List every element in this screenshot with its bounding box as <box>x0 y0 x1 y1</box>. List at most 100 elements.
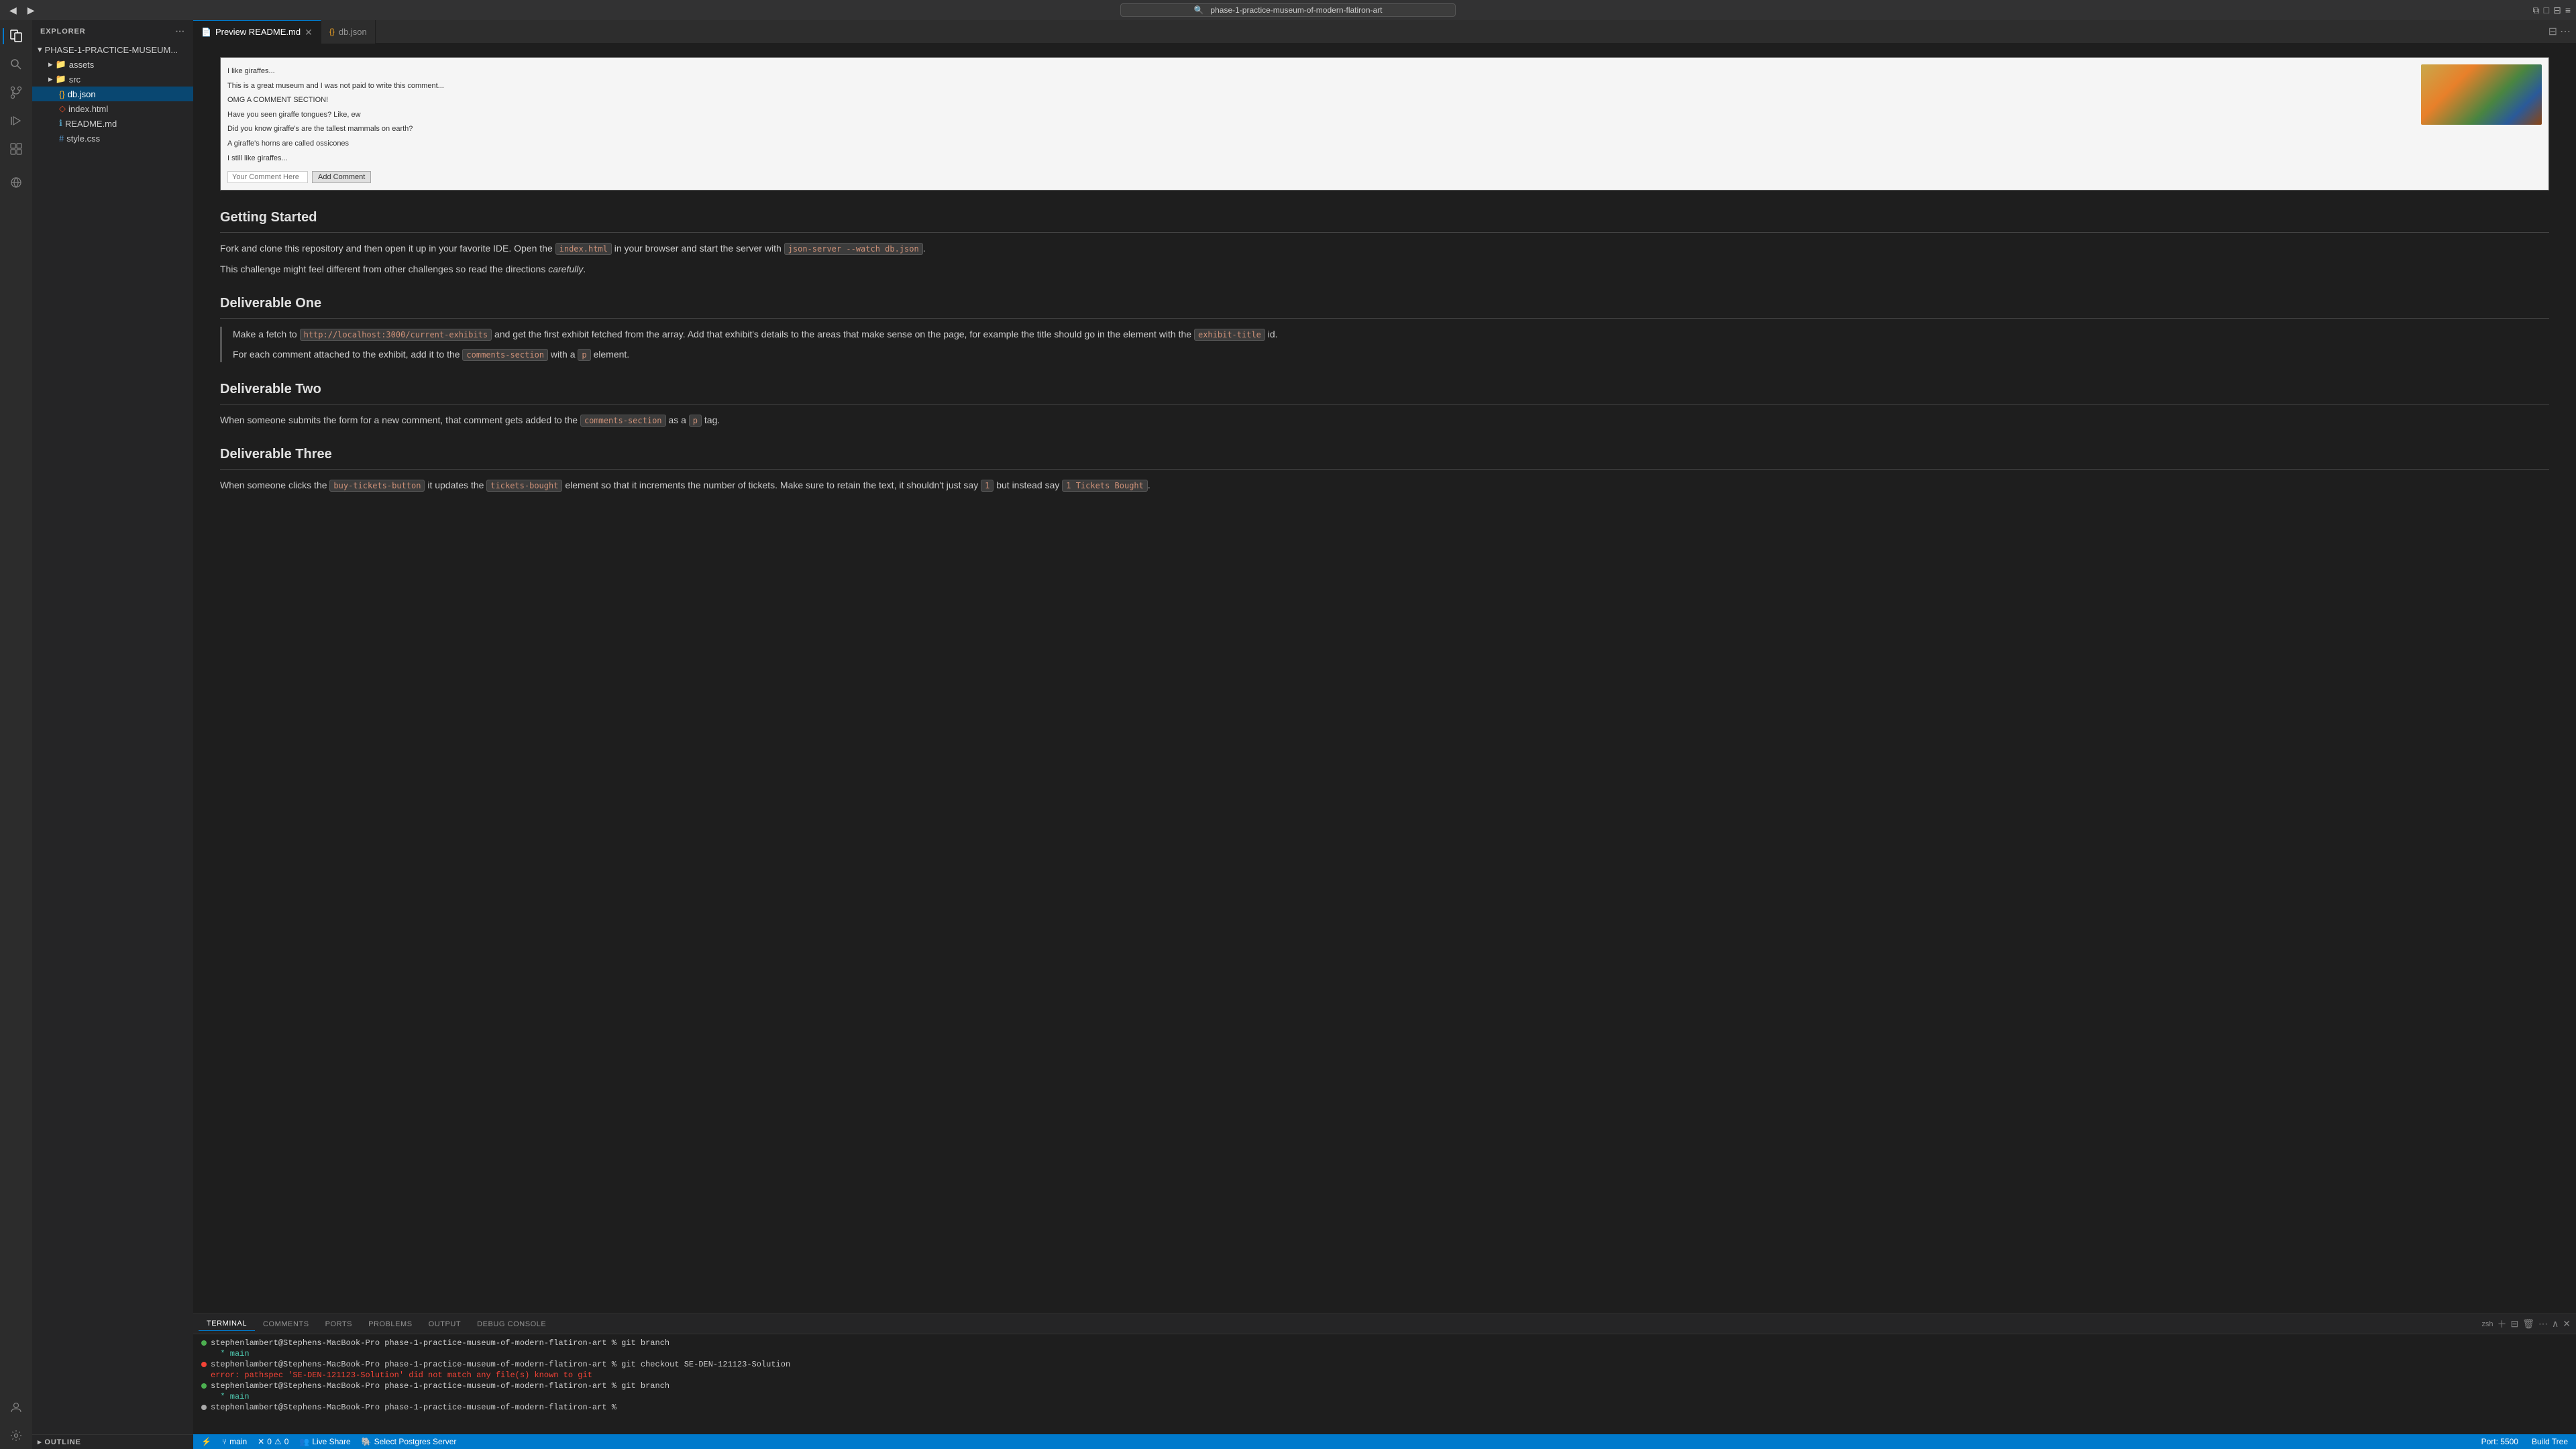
deliverable-one-p2: For each comment attached to the exhibit… <box>233 347 2549 362</box>
terminal-text-2: * main <box>211 1349 250 1358</box>
status-remote-icon[interactable]: ⚡ <box>199 1437 214 1446</box>
activity-settings[interactable] <box>3 1422 30 1449</box>
sidebar-item-readme[interactable]: ℹ README.md <box>32 116 193 131</box>
deliverable-one-p1: Make a fetch to http://localhost:3000/cu… <box>233 327 2549 341</box>
tab-db-json[interactable]: {} db.json <box>321 20 376 44</box>
file-tree-root[interactable]: ▾ PHASE-1-PRACTICE-MUSEUM... <box>32 42 193 57</box>
live-share-label: Live Share <box>312 1437 350 1446</box>
status-live-share[interactable]: 👥 Live Share <box>297 1437 353 1446</box>
terminal-dot-red <box>201 1362 207 1367</box>
status-branch[interactable]: ⑂ main <box>219 1437 250 1446</box>
terminal-tab-problems[interactable]: PROBLEMS <box>360 1318 421 1331</box>
preview-comment-4: Did you know giraffe's are the tallest m… <box>227 122 2410 137</box>
activity-search[interactable] <box>3 51 30 78</box>
preview-comment-1: This is a great museum and I was not pai… <box>227 79 2410 94</box>
outline-panel: ▸ OUTLINE <box>32 1434 193 1449</box>
status-postgres[interactable]: 🐘 Select Postgres Server <box>359 1437 460 1446</box>
terminal-body[interactable]: stephenlambert@Stephens-MacBook-Pro phas… <box>193 1334 2576 1434</box>
activity-run[interactable] <box>3 107 30 134</box>
folder-icon: 📁 <box>56 59 66 70</box>
tab-close-icon[interactable]: ✕ <box>305 28 313 37</box>
sidebar-more-icon[interactable]: ⋯ <box>175 25 185 37</box>
json-server-code: json-server --watch db.json <box>784 243 923 255</box>
terminal-dot-white <box>201 1405 207 1410</box>
terminal-tab-actions: zsh ＋ ⊟ 🗑 ⋯ ∧ ✕ <box>2481 1318 2571 1331</box>
remote-icon: ⚡ <box>201 1437 211 1446</box>
preview-add-comment-button[interactable]: Add Comment <box>312 171 371 183</box>
outline-label: OUTLINE <box>44 1438 80 1446</box>
sidebar-item-style-css[interactable]: # style.css <box>32 131 193 146</box>
style-css-label: style.css <box>66 133 193 144</box>
activity-bar <box>0 20 32 1449</box>
terminal-dot-green <box>201 1340 207 1346</box>
terminal-more-icon[interactable]: ⋯ <box>2538 1318 2548 1330</box>
json-tab-icon: {} <box>329 27 335 36</box>
buy-tickets-code: buy-tickets-button <box>329 480 425 492</box>
sidebar-header-actions: ⋯ <box>175 25 185 37</box>
terminal-add-icon[interactable]: ＋ <box>2498 1318 2507 1331</box>
deliverable-three-p1: When someone clicks the buy-tickets-butt… <box>220 478 2549 492</box>
root-label: PHASE-1-PRACTICE-MUSEUM... <box>45 45 193 55</box>
md-file-icon: ℹ <box>59 118 62 129</box>
html-file-icon: ◇ <box>59 103 66 114</box>
chevron-down-icon: ▾ <box>38 44 42 55</box>
status-build-tree[interactable]: Build Tree <box>2529 1437 2571 1446</box>
terminal-line-7: stephenlambert@Stephens-MacBook-Pro phas… <box>201 1403 2568 1412</box>
preview-comment-2: OMG A COMMENT SECTION! <box>227 93 2410 108</box>
chevron-right-icon: ▸ <box>48 59 53 70</box>
window-action-3[interactable]: ⊟ <box>2553 5 2561 16</box>
status-errors[interactable]: ✕ 0 ⚠ 0 <box>255 1437 291 1446</box>
activity-remote[interactable] <box>3 169 30 196</box>
terminal-split-icon[interactable]: ⊟ <box>2511 1318 2519 1330</box>
tab-db-json-label: db.json <box>339 27 367 37</box>
outline-header[interactable]: ▸ OUTLINE <box>32 1435 193 1449</box>
terminal-tab-debug-console[interactable]: DEBUG CONSOLE <box>469 1318 554 1331</box>
tickets-bought-code: tickets-bought <box>486 480 562 492</box>
deliverable-three-heading: Deliverable Three <box>220 443 2549 470</box>
status-port[interactable]: Port: 5500 <box>2479 1437 2521 1446</box>
chevron-right-icon: ▸ <box>48 74 53 85</box>
terminal-trash-icon[interactable]: 🗑 <box>2522 1318 2534 1330</box>
sidebar-title: Explorer <box>40 28 86 36</box>
window-action-4[interactable]: ≡ <box>2565 5 2571 15</box>
back-button[interactable]: ◀ <box>5 3 21 17</box>
tab-preview-readme[interactable]: 📄 Preview README.md ✕ <box>193 20 321 44</box>
preview-comment-input[interactable] <box>227 171 308 183</box>
terminal-tab-terminal[interactable]: TERMINAL <box>199 1317 255 1331</box>
window-action-1[interactable]: ⧉ <box>2533 5 2540 16</box>
sidebar-item-src[interactable]: ▸ 📁 src <box>32 72 193 87</box>
terminal-text-5: stephenlambert@Stephens-MacBook-Pro phas… <box>211 1381 669 1391</box>
terminal-chevron-up-icon[interactable]: ∧ <box>2552 1318 2559 1330</box>
p-tag-code: p <box>689 415 702 427</box>
status-bar-left: ⚡ ⑂ main ✕ 0 ⚠ 0 👥 Live Share 🐘 <box>199 1437 459 1446</box>
p-code: p <box>578 349 590 361</box>
terminal-tab-output[interactable]: OUTPUT <box>421 1318 470 1331</box>
terminal-close-icon[interactable]: ✕ <box>2563 1318 2571 1330</box>
sidebar-item-index-html[interactable]: ◇ index.html <box>32 101 193 116</box>
terminal-line-2: * main <box>201 1349 2568 1358</box>
activity-source-control[interactable] <box>3 79 30 106</box>
forward-button[interactable]: ▶ <box>23 3 39 17</box>
preview-comment-0: I like giraffes... <box>227 64 2410 79</box>
terminal-text-4: error: pathspec 'SE-DEN-121123-Solution'… <box>211 1371 592 1380</box>
activity-explorer[interactable] <box>3 23 30 50</box>
status-bar: ⚡ ⑂ main ✕ 0 ⚠ 0 👥 Live Share 🐘 <box>193 1434 2576 1449</box>
live-share-icon: 👥 <box>299 1437 309 1446</box>
terminal-tab-comments[interactable]: COMMENTS <box>255 1318 317 1331</box>
getting-started-p1: Fork and clone this repository and then … <box>220 241 2549 256</box>
sidebar-header: Explorer ⋯ <box>32 20 193 42</box>
activity-accounts[interactable] <box>3 1394 30 1421</box>
split-editor-icon[interactable]: ⊟ <box>2548 25 2557 38</box>
title-bar: ◀ ▶ 🔍 phase-1-practice-museum-of-modern-… <box>0 0 2576 20</box>
sidebar-item-db-json[interactable]: {} db.json <box>32 87 193 101</box>
error-icon: ✕ <box>258 1437 264 1446</box>
sidebar-item-assets[interactable]: ▸ 📁 assets <box>32 57 193 72</box>
activity-extensions[interactable] <box>3 136 30 162</box>
postgres-label: Select Postgres Server <box>374 1437 457 1446</box>
more-tabs-icon[interactable]: ⋯ <box>2560 25 2571 38</box>
postgres-icon: 🐘 <box>362 1437 372 1446</box>
folder-icon: 📁 <box>56 74 66 85</box>
address-bar[interactable]: 🔍 phase-1-practice-museum-of-modern-flat… <box>1120 3 1456 17</box>
terminal-tab-ports[interactable]: PORTS <box>317 1318 360 1331</box>
window-action-2[interactable]: □ <box>2544 5 2549 15</box>
